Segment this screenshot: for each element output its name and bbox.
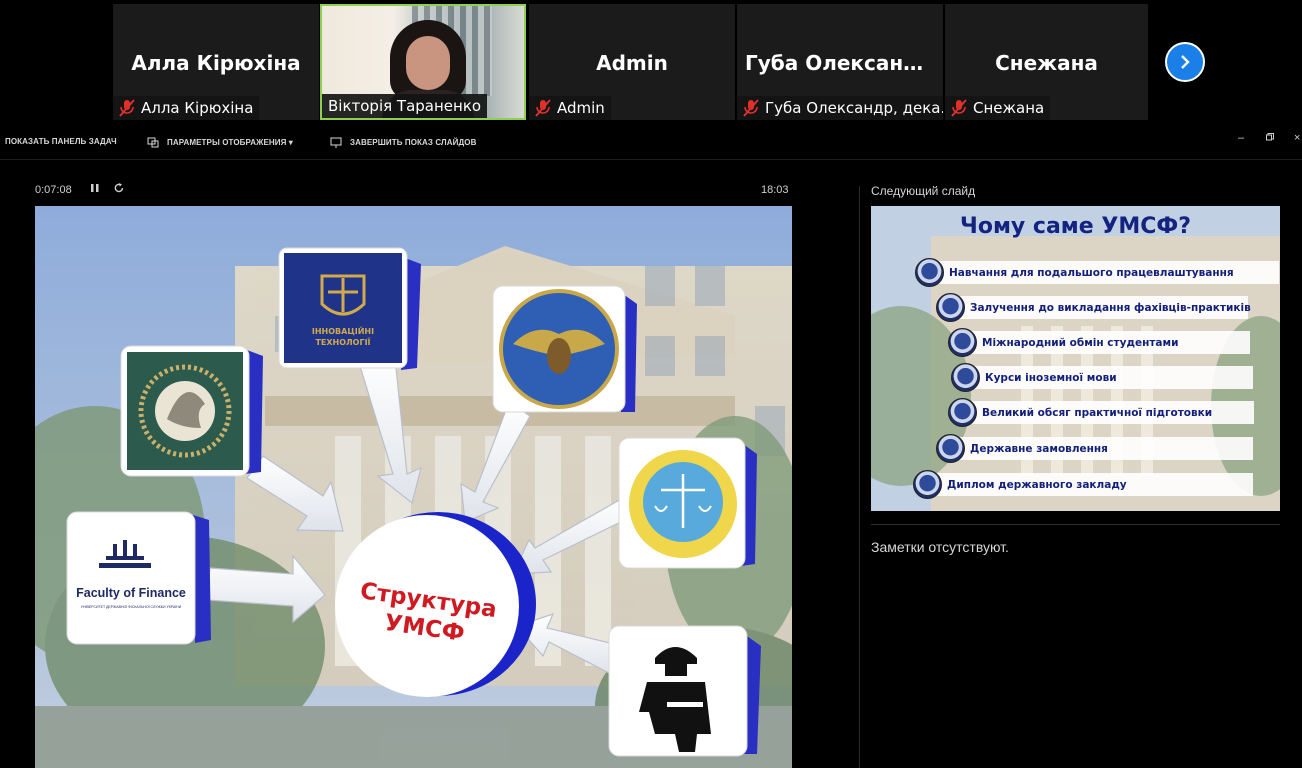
- mic-muted-icon: [951, 99, 967, 117]
- next-slide-preview[interactable]: Чому саме УМСФ? Навчання для подальшого …: [871, 206, 1280, 511]
- participant-video-tile[interactable]: Вікторія Тараненко: [320, 4, 526, 120]
- current-time: 18:03: [761, 184, 789, 196]
- next-slide-item-text: Міжнародний обмін студентами: [982, 336, 1179, 349]
- show-taskbar-button[interactable]: ПОКАЗАТЬ ПАНЕЛЬ ЗАДАЧ: [5, 137, 117, 146]
- participant-tag: Губа Олександр, дека...: [737, 96, 943, 120]
- reset-timer-button[interactable]: [114, 183, 124, 196]
- participant-tag-label: Губа Олександр, дека...: [765, 99, 943, 117]
- next-slide-item: Навчання для подальшого працевлаштування: [915, 258, 1279, 287]
- next-slide-item-text: Навчання для подальшого працевлаштування: [949, 266, 1234, 279]
- participant-name: Губа Олександ...: [745, 51, 943, 75]
- end-slideshow-icon: [330, 137, 342, 148]
- current-slide[interactable]: Структура УМСФ Faculty of Finance УНІВЕР…: [35, 206, 792, 768]
- next-slide-title: Чому саме УМСФ?: [960, 214, 1191, 239]
- participant-tile[interactable]: Снежана Снежана: [945, 4, 1148, 120]
- slide-canvas: Структура УМСФ Faculty of Finance УНІВЕР…: [35, 206, 792, 768]
- next-slide-background: [871, 206, 1280, 511]
- next-slide-item: Залучення до викладання фахівців-практик…: [936, 293, 1251, 322]
- university-emblem-icon: [915, 258, 944, 287]
- next-slide-label: Следующий слайд: [871, 184, 976, 198]
- participant-tag-label: Алла Кірюхіна: [141, 99, 254, 117]
- speaker-face: [406, 36, 450, 90]
- end-slideshow-label: ЗАВЕРШИТЬ ПОКАЗ СЛАЙДОВ: [350, 138, 477, 147]
- next-slide-item: Міжнародний обмін студентами: [948, 328, 1250, 357]
- pause-button[interactable]: [91, 183, 99, 196]
- next-slide-item-text: Курси іноземної мови: [985, 371, 1117, 384]
- chevron-right-icon: [1181, 55, 1190, 69]
- management-faculty-logo: [120, 345, 263, 477]
- finance-logo-text: Faculty of Finance: [76, 586, 186, 600]
- participant-tag: Вікторія Тараненко: [322, 94, 488, 118]
- display-settings-icon: [147, 137, 159, 148]
- university-emblem-icon: [948, 328, 977, 357]
- finance-logo-subtext: УНІВЕРСИТЕТ ДЕРЖАВНОЇ ФІСКАЛЬНОЇ СЛУЖБИ …: [81, 605, 182, 609]
- next-slide-item-text: Великий обсяг практичної підготовки: [982, 406, 1213, 419]
- close-icon[interactable]: ×: [1294, 132, 1300, 144]
- mic-muted-icon: [743, 99, 759, 117]
- panel-divider: [859, 186, 860, 768]
- display-settings-label: ПАРАМЕТРЫ ОТОБРАЖЕНИЯ ▾: [167, 138, 293, 147]
- mic-muted-icon: [119, 99, 135, 117]
- mic-muted-icon: [535, 99, 551, 117]
- participant-name: Admin: [596, 51, 668, 75]
- next-slide-item: Курси іноземної мови: [951, 363, 1253, 392]
- innov-logo-line2: ТЕХНОЛОГІЇ: [315, 337, 370, 347]
- innovation-technologies-logo: ІННОВАЦІЙНІ ТЕХНОЛОГІЇ: [278, 247, 421, 370]
- participant-tag-label: Снежана: [973, 99, 1045, 117]
- reset-icon: [114, 183, 124, 193]
- end-slideshow-button[interactable]: ЗАВЕРШИТЬ ПОКАЗ СЛАЙДОВ: [330, 137, 476, 148]
- notes-divider: [871, 524, 1280, 525]
- finance-faculty-logo: Faculty of Finance УНІВЕРСИТЕТ ДЕРЖАВНОЇ…: [66, 511, 211, 645]
- next-slide-item-text: Диплом державного закладу: [947, 478, 1127, 491]
- participant-tag-label: Admin: [557, 99, 605, 117]
- university-emblem-icon: [913, 470, 942, 499]
- speaker-notes: Заметки отсутствуют.: [871, 539, 1009, 555]
- participant-tag-label: Вікторія Тараненко: [328, 97, 482, 115]
- elapsed-timer: 0:07:08: [35, 184, 72, 196]
- next-slide-item: Державне замовлення: [936, 434, 1253, 463]
- participant-tile[interactable]: Губа Олександ... Губа Олександр, дека...: [737, 4, 943, 120]
- participant-strip: Алла Кірюхіна Алла Кірюхіна Вікторія Тар…: [0, 0, 1302, 122]
- firefighter-logo: [608, 625, 761, 757]
- owl-emblem-logo: [492, 285, 637, 413]
- university-emblem-icon: [948, 398, 977, 427]
- university-emblem-icon: [936, 293, 965, 322]
- next-slide-item-text: Залучення до викладання фахівців-практик…: [970, 301, 1251, 314]
- minimize-icon[interactable]: –: [1238, 132, 1244, 144]
- participant-tile[interactable]: Алла Кірюхіна Алла Кірюхіна: [113, 4, 319, 120]
- innov-logo-line1: ІННОВАЦІЙНІ: [312, 325, 374, 336]
- participant-name: Алла Кірюхіна: [131, 51, 301, 75]
- next-slide-item: Диплом державного закладу: [913, 470, 1253, 499]
- participant-name: Снежана: [995, 51, 1098, 75]
- participant-tag: Алла Кірюхіна: [113, 96, 260, 120]
- pause-icon: [91, 184, 99, 192]
- show-taskbar-label: ПОКАЗАТЬ ПАНЕЛЬ ЗАДАЧ: [5, 137, 117, 146]
- participant-tag: Снежана: [945, 96, 1051, 120]
- participant-tag: Admin: [529, 96, 611, 120]
- restore-icon[interactable]: [1266, 132, 1274, 144]
- next-participants-button[interactable]: [1165, 42, 1205, 82]
- participant-tile[interactable]: Admin Admin: [529, 4, 735, 120]
- law-faculty-logo: [618, 437, 757, 569]
- university-emblem-icon: [936, 434, 965, 463]
- presenter-toolbar: ПОКАЗАТЬ ПАНЕЛЬ ЗАДАЧ ПАРАМЕТРЫ ОТОБРАЖЕ…: [0, 124, 1302, 160]
- university-emblem-icon: [951, 363, 980, 392]
- next-slide-item-text: Державне замовлення: [970, 442, 1108, 455]
- display-settings-button[interactable]: ПАРАМЕТРЫ ОТОБРАЖЕНИЯ ▾: [147, 137, 293, 148]
- next-slide-item: Великий обсяг практичної підготовки: [948, 398, 1254, 427]
